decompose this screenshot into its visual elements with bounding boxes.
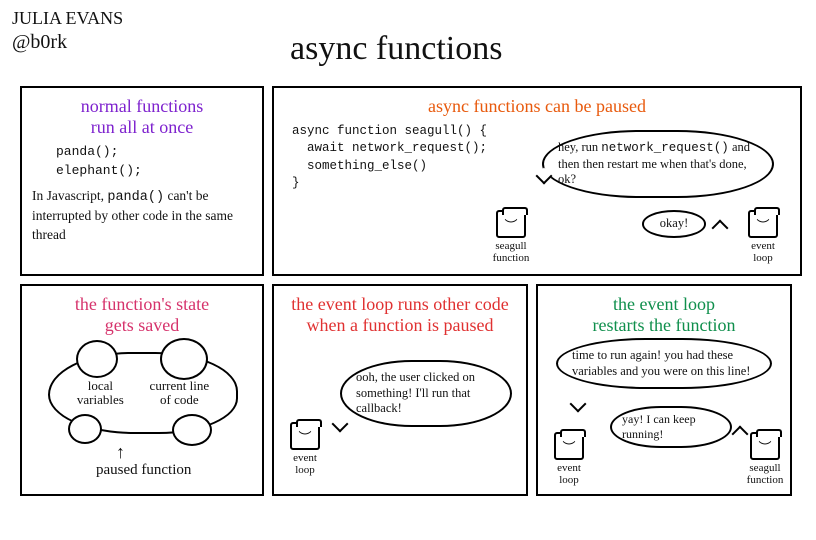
panel-restarts-fn: the event looprestarts the function time… xyxy=(536,284,792,496)
panel4-title: the event loop runs other code when a fu… xyxy=(284,294,516,335)
panel1-code: panda();elephant(); xyxy=(56,143,252,181)
panel5-speech2: yay! I can keep running! xyxy=(610,406,732,448)
author-name: JULIA EVANS xyxy=(12,8,123,30)
panel-async-paused: async functions can be paused async func… xyxy=(272,86,802,276)
char-seagull-fn: ︶ seagullfunction xyxy=(492,210,530,264)
panel-state-saved: the function's stategets saved localvari… xyxy=(20,284,264,496)
panel2-speech1: hey, run network_request() and then then… xyxy=(542,130,774,198)
page-title: async functions xyxy=(290,30,502,68)
row2-right: the event loop runs other code when a fu… xyxy=(272,284,802,496)
panel2-title: async functions can be paused xyxy=(284,96,790,117)
cloud-left: localvariables xyxy=(77,379,124,408)
panel5-speech1: time to run again! you had these variabl… xyxy=(556,338,772,389)
thought-cloud: localvariables current lineof code xyxy=(48,352,238,434)
panel4-speech: ooh, the user clicked on something! I'll… xyxy=(340,360,512,427)
panel3-title: the function's stategets saved xyxy=(32,294,252,335)
author-block: JULIA EVANS @b0rk xyxy=(12,8,123,54)
cloud-right: current lineof code xyxy=(150,379,210,408)
panel-event-loop-runs: the event loop runs other code when a fu… xyxy=(272,284,528,496)
char-event-loop-3: ︶ eventloop xyxy=(550,432,588,486)
author-handle: @b0rk xyxy=(12,30,123,54)
panel2-speech2: okay! xyxy=(642,210,706,238)
panel1-text: In Javascript, panda() can't be interrup… xyxy=(32,187,252,244)
arrow-icon: ↑ xyxy=(116,442,125,463)
paused-fn-label: paused function xyxy=(96,462,191,479)
panel5-title: the event looprestarts the function xyxy=(548,294,780,335)
panel1-title: normal functionsrun all at once xyxy=(32,96,252,137)
char-event-loop: ︶ eventloop xyxy=(744,210,782,264)
comic-grid: normal functionsrun all at once panda();… xyxy=(20,86,802,496)
char-seagull-fn-2: ︶ seagullfunction xyxy=(746,432,784,486)
panel-normal-functions: normal functionsrun all at once panda();… xyxy=(20,86,264,276)
char-event-loop-2: ︶ eventloop xyxy=(286,422,324,476)
